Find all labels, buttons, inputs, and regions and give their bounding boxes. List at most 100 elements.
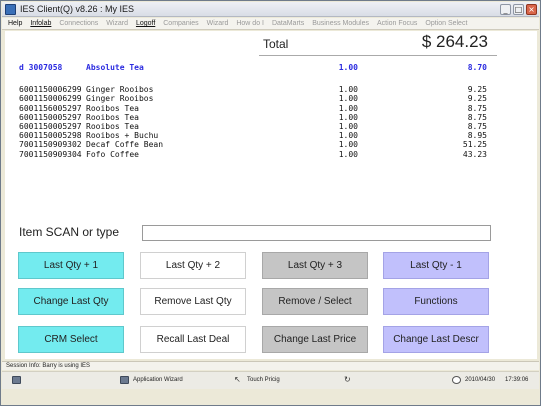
remove-last-qty-button[interactable]: Remove Last Qty — [140, 288, 246, 315]
pos-panel: Total $ 264.23 d 3007058 Absolute Tea 1.… — [5, 31, 537, 359]
last-qty-minus-1-button[interactable]: Last Qty - 1 — [383, 252, 489, 279]
menu-logoff[interactable]: Logoff — [136, 18, 155, 29]
item-qty: 1.00 — [338, 85, 358, 95]
list-item[interactable]: 6001150005297 Rooibos Tea 1.00 8.75 — [5, 122, 537, 131]
item-description: Fofo Coffee — [86, 149, 139, 159]
total-row: Total $ 264.23 — [5, 31, 537, 56]
clock-icon — [452, 376, 461, 384]
list-item[interactable]: 6001150005298 Rooibos + Buchu 1.00 8.95 — [5, 131, 537, 140]
item-description: Absolute Tea — [86, 63, 144, 72]
change-last-descr-button[interactable]: Change Last Descr — [383, 326, 489, 353]
menu-bar: Help Infolab Connections Wizard Logoff C… — [2, 18, 539, 30]
minimize-button[interactable]: _ — [500, 4, 511, 15]
item-description: Ginger Rooibos — [86, 94, 154, 104]
item-code: d 3007058 — [19, 63, 63, 72]
session-info: Session Info: Barry is using IES — [2, 361, 539, 370]
refresh-button[interactable]: ↻ — [344, 376, 357, 384]
item-amount: 8.75 — [467, 112, 487, 122]
document-icon[interactable] — [12, 376, 25, 384]
time-label: 17:39:06 — [505, 377, 529, 383]
menu-wizard-2[interactable]: Wizard — [207, 18, 229, 29]
change-last-price-button[interactable]: Change Last Price — [262, 326, 368, 353]
item-code: 6001150005297 — [19, 112, 82, 122]
list-item[interactable]: 7001150909302 Decaf Coffe Bean 1.00 51.2… — [5, 140, 537, 149]
item-qty: 1.00 — [338, 112, 358, 122]
list-item[interactable]: 7001150909304 Fofo Coffee 1.00 43.23 — [5, 150, 537, 159]
menu-connections[interactable]: Connections — [59, 18, 98, 29]
app-window: IES Client(Q) v8.26 : My IES _ □ × Help … — [0, 0, 541, 406]
item-qty: 1.00 — [338, 94, 358, 104]
clock: 2010/04/30 17:39:06 — [452, 376, 528, 384]
window-footer — [2, 390, 539, 405]
list-item[interactable]: 6001156005297 Rooibos Tea 1.00 8.75 — [5, 104, 537, 113]
change-last-qty-button[interactable]: Change Last Qty — [18, 288, 124, 315]
item-amount: 51.25 — [462, 140, 487, 150]
item-amount: 43.23 — [462, 149, 487, 159]
item-code: 6001150005298 — [19, 131, 82, 141]
item-amount: 8.70 — [467, 63, 487, 72]
scan-input[interactable] — [142, 225, 491, 241]
touch-pricing-label: Touch Pricig — [247, 377, 280, 383]
item-code: 6001150006299 — [19, 85, 82, 95]
list-item-current[interactable]: d 3007058 Absolute Tea 1.00 8.70 — [5, 63, 537, 72]
menu-wizard[interactable]: Wizard — [106, 18, 128, 29]
menu-option-select[interactable]: Option Select — [425, 18, 467, 29]
item-qty: 1.00 — [338, 140, 358, 150]
menu-companies[interactable]: Companies — [163, 18, 198, 29]
item-code: 6001156005297 — [19, 103, 82, 113]
document-icon-glyph — [12, 376, 21, 384]
total-divider — [259, 55, 497, 56]
item-description: Rooibos Tea — [86, 103, 139, 113]
status-taskbar: Application Wizard ↖ Touch Pricig ↻ 2010… — [2, 371, 539, 389]
last-qty-plus-3-button[interactable]: Last Qty + 3 — [262, 252, 368, 279]
item-qty: 1.00 — [338, 103, 358, 113]
refresh-icon: ↻ — [344, 375, 351, 384]
total-amount: $ 264.23 — [421, 32, 488, 51]
item-amount: 9.25 — [467, 85, 487, 95]
menu-infolab[interactable]: Infolab — [30, 18, 51, 29]
item-qty: 1.00 — [338, 63, 358, 72]
menu-help[interactable]: Help — [8, 18, 22, 29]
item-amount: 8.95 — [467, 131, 487, 141]
application-wizard-button[interactable]: Application Wizard — [120, 376, 183, 384]
last-qty-plus-2-button[interactable]: Last Qty + 2 — [140, 252, 246, 279]
total-label: Total — [263, 37, 289, 51]
app-icon — [5, 4, 16, 15]
item-code: 7001150909302 — [19, 140, 82, 150]
item-list: d 3007058 Absolute Tea 1.00 8.70 6001150… — [5, 63, 537, 159]
menu-datamarts[interactable]: DataMarts — [272, 18, 304, 29]
close-button[interactable]: × — [526, 4, 537, 15]
last-qty-plus-1-button[interactable]: Last Qty + 1 — [18, 252, 124, 279]
item-amount: 8.75 — [467, 103, 487, 113]
item-description: Rooibos Tea — [86, 112, 139, 122]
menu-action-focus[interactable]: Action Focus — [377, 18, 417, 29]
item-qty: 1.00 — [338, 149, 358, 159]
item-code: 7001150909304 — [19, 149, 82, 159]
scan-label: Item SCAN or type — [19, 225, 120, 239]
item-code: 6001150006299 — [19, 94, 82, 104]
item-description: Ginger Rooibos — [86, 85, 154, 95]
restore-button[interactable]: □ — [513, 4, 524, 15]
functions-button[interactable]: Functions — [383, 288, 489, 315]
menu-how-do-i[interactable]: How do I — [236, 18, 264, 29]
window-title: IES Client(Q) v8.26 : My IES — [20, 4, 135, 14]
item-amount: 9.25 — [467, 94, 487, 104]
date-label: 2010/04/30 — [465, 377, 496, 383]
title-bar[interactable]: IES Client(Q) v8.26 : My IES _ □ × — [2, 2, 539, 17]
touch-pricing-button[interactable]: ↖ Touch Pricig — [234, 376, 280, 384]
list-item[interactable]: 6001150006299 Ginger Rooibos 1.00 9.25 — [5, 94, 537, 103]
wizard-icon — [120, 376, 129, 384]
list-item[interactable]: 6001150005297 Rooibos Tea 1.00 8.75 — [5, 113, 537, 122]
item-description: Rooibos + Buchu — [86, 131, 159, 141]
list-item[interactable]: 6001150006299 Ginger Rooibos 1.00 9.25 — [5, 85, 537, 94]
application-wizard-label: Application Wizard — [133, 377, 183, 383]
item-code: 6001150005297 — [19, 121, 82, 131]
item-qty: 1.00 — [338, 121, 358, 131]
item-qty: 1.00 — [338, 131, 358, 141]
remove-select-button[interactable]: Remove / Select — [262, 288, 368, 315]
pointer-icon: ↖ — [234, 375, 241, 384]
recall-last-deal-button[interactable]: Recall Last Deal — [140, 326, 246, 353]
crm-select-button[interactable]: CRM Select — [18, 326, 124, 353]
menu-business-modules[interactable]: Business Modules — [312, 18, 369, 29]
item-amount: 8.75 — [467, 121, 487, 131]
